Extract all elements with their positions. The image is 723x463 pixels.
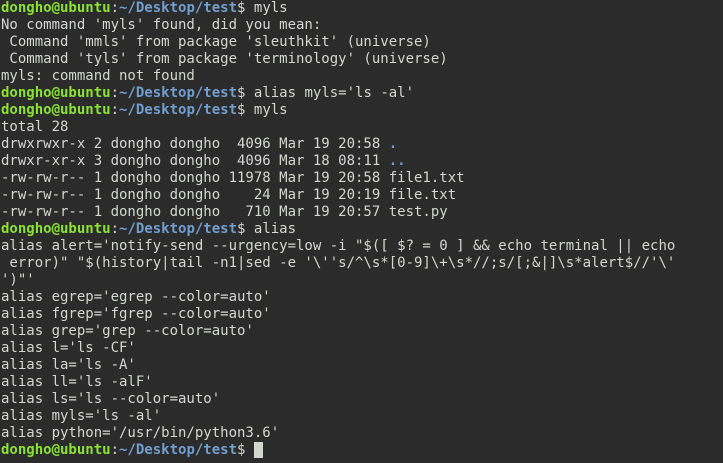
terminal-line: dongho@ubuntu:~/Desktop/test$ myls xyxy=(1,102,723,119)
ls-entry: -rw-rw-r-- 1 dongho dongho 11978 Mar 19 … xyxy=(1,170,465,186)
terminal-line: dongho@ubuntu:~/Desktop/test$ myls xyxy=(1,0,723,17)
alias-line: alias python='/usr/bin/python3.6' xyxy=(1,425,280,441)
ls-entry: drwxrwxr-x 2 dongho dongho 4096 Mar 19 2… xyxy=(1,136,723,153)
alias-line: error)" "$(history|tail -n1|sed -e '\''s… xyxy=(1,255,676,271)
prompt-user-host: dongho@ubuntu xyxy=(1,85,111,101)
prompt-path: ~/Desktop/test xyxy=(119,102,238,118)
command-text: myls xyxy=(245,102,288,118)
alias-line: alias la='ls -A' xyxy=(1,357,136,373)
alias-line: alias egrep='egrep --color=auto' xyxy=(1,289,271,305)
prompt-user-host: dongho@ubuntu xyxy=(1,102,111,118)
ls-entry: drwxr-xr-x 3 dongho dongho 4096 Mar 18 0… xyxy=(1,153,723,170)
prompt-user-host: dongho@ubuntu xyxy=(1,442,111,458)
alias-line: alias ls='ls --color=auto' xyxy=(1,391,221,407)
prompt-user-host: dongho@ubuntu xyxy=(1,221,111,237)
ls-dir-name: . xyxy=(388,136,398,152)
prompt-separator: : xyxy=(110,102,120,118)
terminal-window[interactable]: dongho@ubuntu:~/Desktop/test$ myls No co… xyxy=(0,0,723,463)
terminal-line[interactable]: dongho@ubuntu:~/Desktop/test$ xyxy=(1,442,723,459)
ls-dir-name: .. xyxy=(388,153,406,169)
terminal-line: Command 'mmls' from package 'sleuthkit' … xyxy=(1,34,431,50)
alias-line: alias grep='grep --color=auto' xyxy=(1,323,254,339)
command-input[interactable] xyxy=(245,442,253,458)
command-text: alias xyxy=(245,221,297,237)
alias-line: alias fgrep='fgrep --color=auto' xyxy=(1,306,271,322)
prompt-separator: : xyxy=(110,221,120,237)
text-cursor xyxy=(253,442,263,458)
command-text: alias myls='ls -al' xyxy=(245,85,415,101)
alias-line: alias alert='notify-send --urgency=low -… xyxy=(1,238,676,254)
ls-entry: -rw-rw-r-- 1 dongho dongho 24 Mar 19 20:… xyxy=(1,187,457,203)
command-text: myls xyxy=(245,0,288,16)
prompt-path: ~/Desktop/test xyxy=(119,85,238,101)
prompt-user-host: dongho@ubuntu xyxy=(1,0,111,16)
terminal-line: myls: command not found xyxy=(1,68,195,84)
prompt-path: ~/Desktop/test xyxy=(119,442,238,458)
alias-line: ')"' xyxy=(1,272,35,288)
ls-entry-details: drwxr-xr-x 3 dongho dongho 4096 Mar 18 0… xyxy=(1,153,389,169)
alias-line: alias l='ls -CF' xyxy=(1,340,136,356)
prompt-separator: : xyxy=(110,0,120,16)
alias-line: alias myls='ls -al' xyxy=(1,408,162,424)
prompt-path: ~/Desktop/test xyxy=(119,221,238,237)
prompt-separator: : xyxy=(110,442,120,458)
prompt-separator: : xyxy=(110,85,120,101)
terminal-line: dongho@ubuntu:~/Desktop/test$ alias myls… xyxy=(1,85,723,102)
alias-line: alias ll='ls -alF' xyxy=(1,374,153,390)
prompt-path: ~/Desktop/test xyxy=(119,0,238,16)
terminal-line: total 28 xyxy=(1,119,69,135)
terminal-line: No command 'myls' found, did you mean: xyxy=(1,17,322,33)
terminal-line: Command 'tyls' from package 'terminology… xyxy=(1,51,448,67)
terminal-line: dongho@ubuntu:~/Desktop/test$ alias xyxy=(1,221,723,238)
ls-entry: -rw-rw-r-- 1 dongho dongho 710 Mar 19 20… xyxy=(1,204,448,220)
ls-entry-details: drwxrwxr-x 2 dongho dongho 4096 Mar 19 2… xyxy=(1,136,389,152)
